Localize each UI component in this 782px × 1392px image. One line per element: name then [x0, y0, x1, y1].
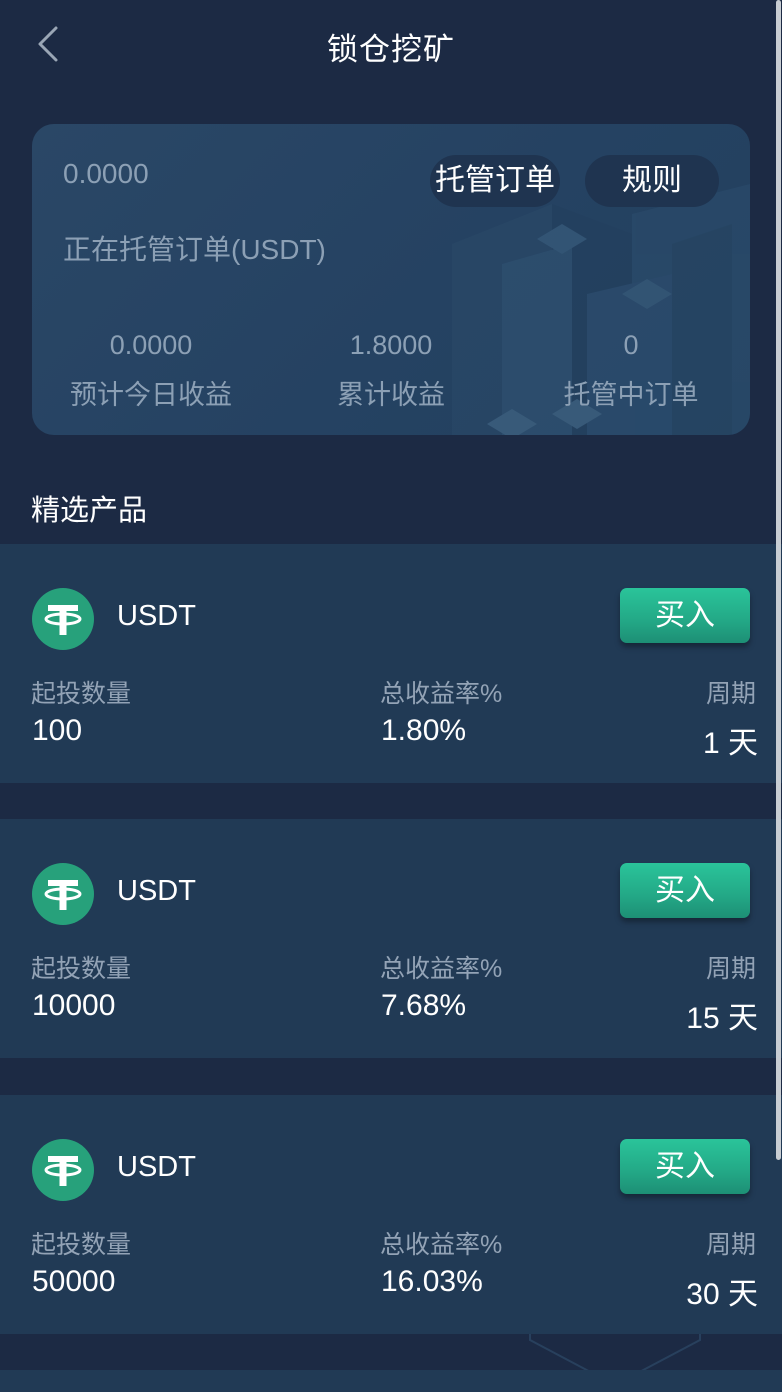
stat-value: 1.8000	[349, 330, 433, 360]
tether-icon	[32, 588, 94, 650]
escrow-orders-button[interactable]: 托管订单	[430, 155, 560, 207]
coin-name: USDT	[117, 600, 196, 632]
stat-total-earnings: 1.8000 累计收益	[271, 330, 511, 412]
escrow-balance: 0.0000	[63, 158, 149, 189]
period-value: 1 天	[702, 727, 758, 760]
tether-icon	[32, 863, 94, 925]
coin-name: USDT	[117, 1151, 196, 1183]
period-label: 周期	[705, 1231, 756, 1259]
min-amount-value: 10000	[32, 989, 116, 1022]
total-yield-value: 7.68%	[381, 989, 467, 1022]
top-navigation-bar: 锁仓挖矿	[0, 0, 782, 92]
product-card: USDT 买入 起投数量 总收益率% 周期 10000 7.68% 15 天	[0, 819, 782, 1058]
total-yield-value: 1.80%	[381, 714, 467, 747]
min-amount-value: 50000	[32, 1265, 116, 1298]
period-label: 周期	[705, 955, 756, 983]
buy-button[interactable]: 买入	[620, 863, 750, 918]
stat-label: 预计今日收益	[70, 380, 232, 410]
stat-label: 托管中订单	[563, 380, 699, 410]
stat-value: 0	[623, 330, 639, 360]
min-amount-label: 起投数量	[31, 1231, 132, 1259]
period-value: 15 天	[686, 1002, 758, 1035]
product-card: USDT 买入 起投数量 总收益率% 周期 100 1.80% 1 天	[0, 544, 782, 783]
min-amount-value: 100	[32, 714, 83, 747]
total-yield-value: 16.03%	[381, 1265, 483, 1298]
total-yield-label: 总收益率%	[380, 955, 503, 983]
featured-products-heading: 精选产品	[31, 495, 148, 527]
stat-active-orders: 0 托管中订单	[511, 330, 750, 412]
product-card: USDT 买入 起投数量 总收益率% 周期 50000 16.03% 30 天	[0, 1095, 782, 1334]
rules-button[interactable]: 规则	[585, 155, 719, 207]
buy-button[interactable]: 买入	[620, 588, 750, 643]
page-title: 锁仓挖矿	[327, 32, 455, 67]
tether-icon	[32, 1139, 94, 1201]
min-amount-label: 起投数量	[31, 680, 132, 708]
stat-value: 0.0000	[109, 330, 193, 360]
period-label: 周期	[705, 680, 756, 708]
total-yield-label: 总收益率%	[380, 680, 503, 708]
summary-card: 0.0000 正在托管订单(USDT) 托管订单 规则 0.0000 预计今日收…	[32, 124, 750, 435]
coin-name: USDT	[117, 875, 196, 907]
min-amount-label: 起投数量	[31, 955, 132, 983]
buy-button[interactable]: 买入	[620, 1139, 750, 1194]
scrollbar[interactable]	[776, 0, 781, 1160]
total-yield-label: 总收益率%	[380, 1231, 503, 1259]
period-value: 30 天	[686, 1278, 758, 1311]
escrow-balance-label: 正在托管订单(USDT)	[63, 234, 326, 265]
stat-label: 累计收益	[337, 380, 445, 410]
stat-today-earnings: 0.0000 预计今日收益	[32, 330, 271, 412]
product-card	[0, 1370, 782, 1392]
